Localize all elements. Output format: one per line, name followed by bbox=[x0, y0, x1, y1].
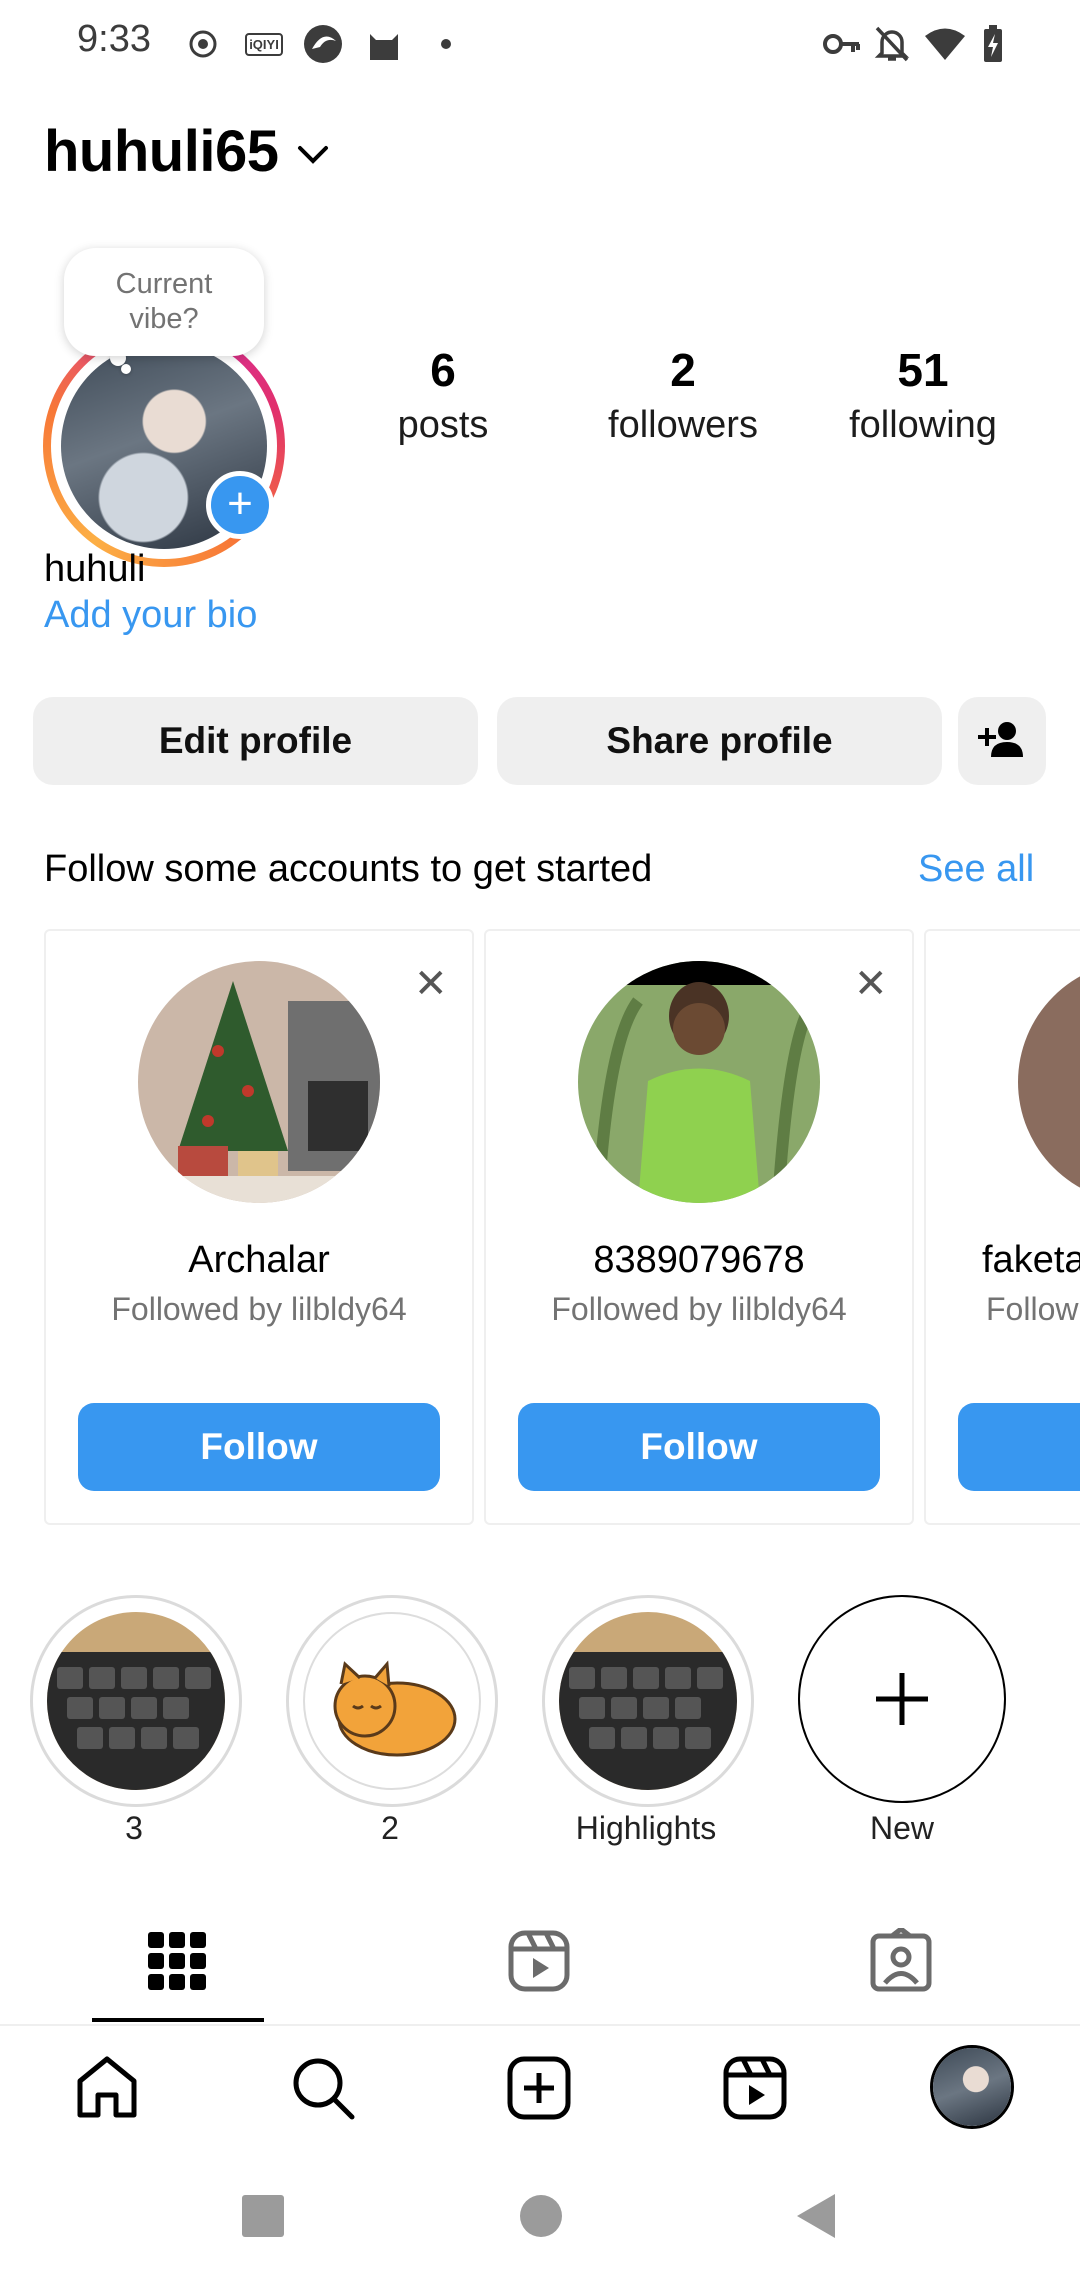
profile-avatar-tab[interactable] bbox=[930, 2045, 1014, 2129]
see-all-link[interactable]: See all bbox=[918, 848, 1034, 891]
highlight-label: 2 bbox=[381, 1810, 399, 1846]
suggestion-avatar bbox=[138, 961, 380, 1203]
follow-button[interactable]: Follow bbox=[518, 1403, 880, 1491]
vibe-bubble-dot bbox=[121, 364, 131, 374]
suggestion-subtitle: Follow bbox=[986, 1291, 1079, 1327]
highlight-circle[interactable] bbox=[30, 1595, 242, 1807]
recents-button[interactable] bbox=[242, 2195, 284, 2237]
edit-profile-button[interactable]: Edit profile bbox=[33, 697, 478, 785]
share-profile-button[interactable]: Share profile bbox=[497, 697, 942, 785]
following-stat[interactable]: 51 following bbox=[813, 340, 1033, 450]
suggestion-name: 8389079678 bbox=[593, 1239, 805, 1281]
reels-icon[interactable] bbox=[508, 1930, 570, 1997]
dismiss-icon[interactable]: ✕ bbox=[414, 961, 448, 1007]
home-button[interactable] bbox=[520, 2195, 562, 2237]
suggestion-card[interactable]: ✕ 8389079678 Followed by lilbldy64 Follo… bbox=[484, 929, 914, 1525]
tagged-icon[interactable] bbox=[870, 1925, 932, 1997]
chevron-down-icon[interactable] bbox=[296, 144, 330, 171]
bell-off-icon bbox=[872, 22, 912, 66]
highlight-cover bbox=[303, 1612, 481, 1790]
suggestion-name: faketa bbox=[982, 1239, 1080, 1281]
highlight-label: Highlights bbox=[575, 1810, 717, 1846]
suggestion-card[interactable]: ✕ Archalar Followed by lilbldy64 Follow bbox=[44, 929, 474, 1525]
home-icon[interactable] bbox=[74, 2055, 140, 2126]
suggestion-card[interactable]: faketa Follow bbox=[924, 929, 1080, 1525]
followers-stat[interactable]: 2 followers bbox=[573, 340, 793, 450]
followers-count: 2 bbox=[670, 344, 696, 396]
dismiss-icon[interactable]: ✕ bbox=[854, 961, 888, 1007]
posts-label: posts bbox=[397, 404, 489, 446]
following-count: 51 bbox=[897, 344, 949, 396]
add-person-icon bbox=[977, 720, 1027, 763]
cat-icon bbox=[364, 22, 404, 66]
create-icon[interactable] bbox=[506, 2055, 572, 2126]
add-story-button[interactable]: + bbox=[206, 471, 274, 539]
key-icon bbox=[822, 22, 862, 66]
account-username[interactable]: huhuli65 bbox=[44, 118, 279, 185]
status-time: 9:33 bbox=[77, 18, 151, 60]
suggestion-subtitle: Followed by lilbldy64 bbox=[111, 1291, 407, 1327]
active-tab-indicator bbox=[92, 2018, 264, 2022]
record-icon bbox=[186, 22, 220, 66]
nav-avatar-photo bbox=[933, 2048, 1011, 2126]
suggestion-avatar bbox=[1018, 961, 1080, 1203]
suggestion-name: Archalar bbox=[188, 1239, 330, 1281]
posts-stat[interactable]: 6 posts bbox=[333, 340, 553, 450]
dot-icon bbox=[436, 22, 456, 66]
highlight-label: 3 bbox=[125, 1810, 143, 1846]
new-highlight-button[interactable] bbox=[798, 1595, 1006, 1803]
suggestions-title: Follow some accounts to get started bbox=[44, 848, 653, 890]
highlight-circle[interactable] bbox=[286, 1595, 498, 1807]
current-vibe-bubble[interactable]: Current vibe? bbox=[64, 248, 264, 356]
browser-icon bbox=[300, 22, 346, 66]
battery-charging-icon bbox=[978, 22, 1008, 66]
highlight-label: New bbox=[869, 1810, 934, 1846]
follow-button[interactable] bbox=[958, 1403, 1080, 1491]
back-button[interactable] bbox=[795, 2192, 837, 2245]
follow-button[interactable]: Follow bbox=[78, 1403, 440, 1491]
iqiyi-icon: iQIYI bbox=[245, 22, 283, 66]
iqiyi-label: iQIYI bbox=[245, 32, 283, 56]
following-label: following bbox=[849, 404, 997, 446]
tabs-divider bbox=[0, 2024, 1080, 2026]
reels-nav-icon[interactable] bbox=[722, 2055, 788, 2126]
suggestion-subtitle: Followed by lilbldy64 bbox=[551, 1291, 847, 1327]
discover-people-button[interactable] bbox=[958, 697, 1046, 785]
add-bio-link[interactable]: Add your bio bbox=[44, 594, 257, 637]
followers-label: followers bbox=[608, 404, 758, 446]
search-icon[interactable] bbox=[290, 2055, 356, 2126]
highlight-cover bbox=[559, 1612, 737, 1790]
grid-icon[interactable] bbox=[148, 1932, 206, 1995]
highlight-circle[interactable] bbox=[542, 1595, 754, 1807]
wifi-icon bbox=[922, 22, 968, 66]
posts-count: 6 bbox=[430, 344, 456, 396]
suggestion-avatar bbox=[578, 961, 820, 1203]
highlight-cover bbox=[47, 1612, 225, 1790]
display-name: huhuli bbox=[44, 548, 146, 590]
plus-icon bbox=[876, 1673, 928, 1725]
vibe-prompt: Current vibe? bbox=[115, 268, 213, 335]
